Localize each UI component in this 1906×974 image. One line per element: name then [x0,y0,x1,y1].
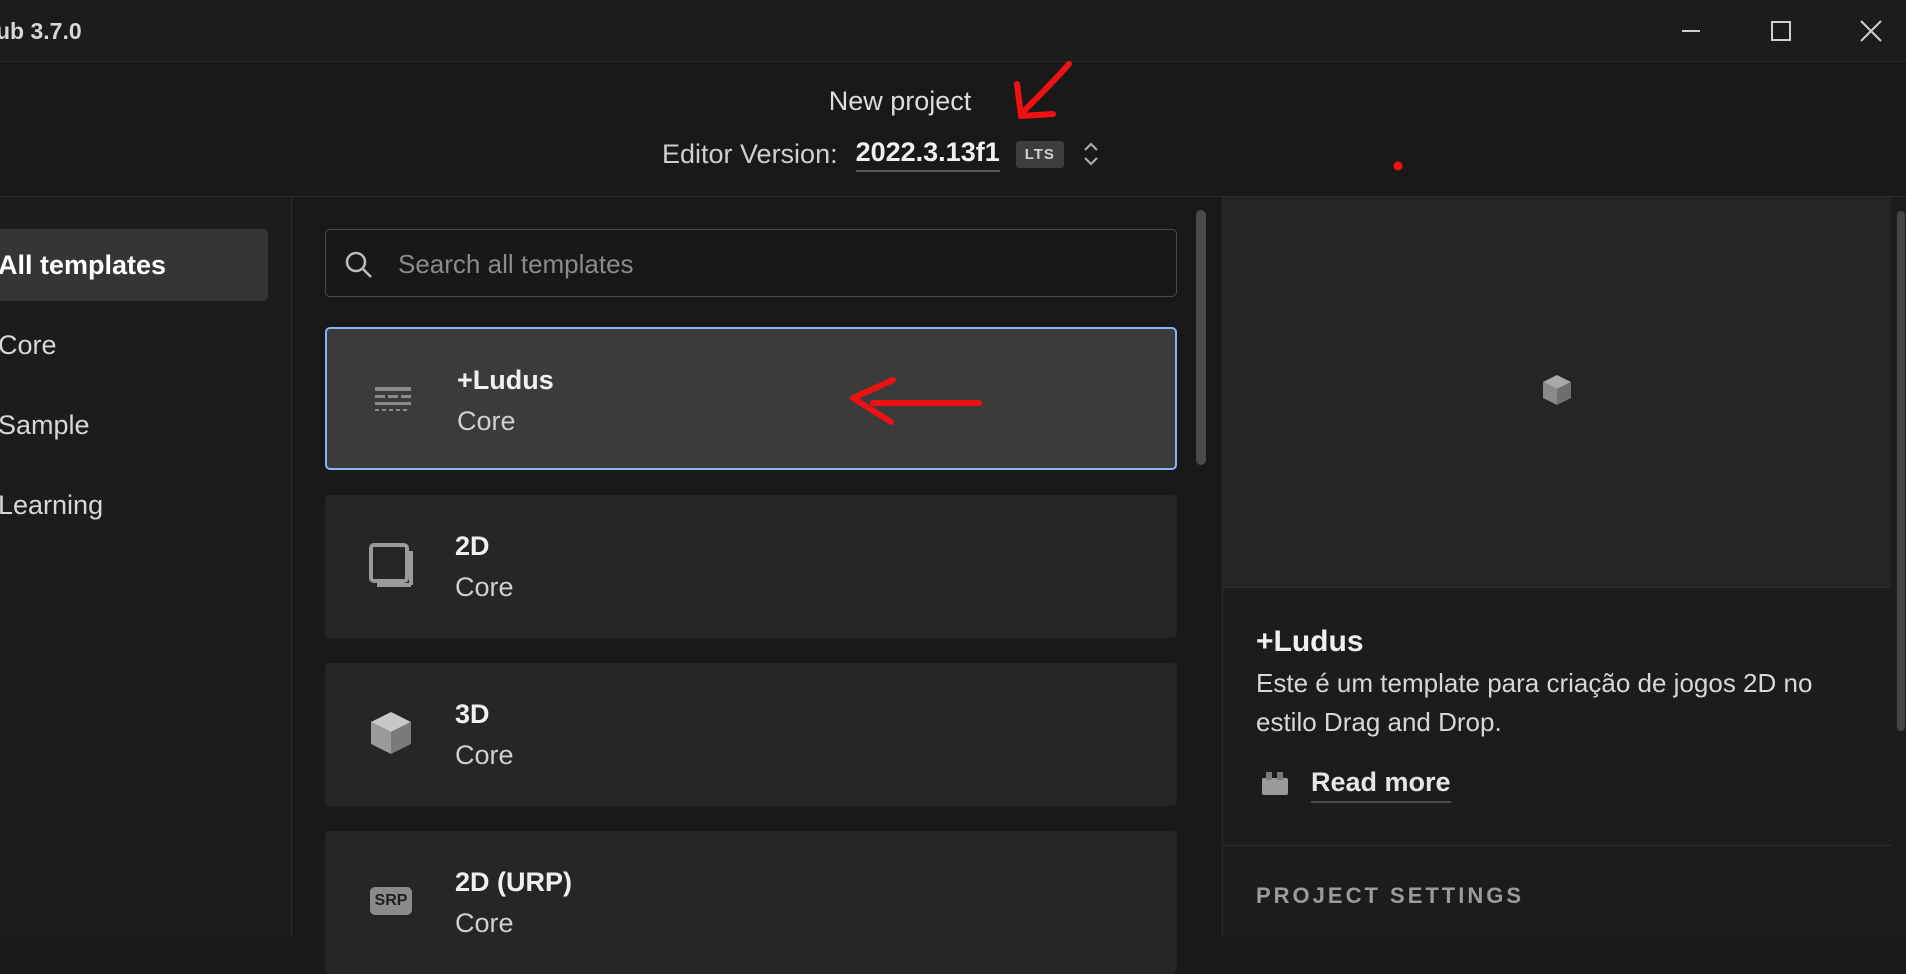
template-preview [1223,197,1891,588]
template-card-3d[interactable]: 3D Core [325,663,1177,806]
app-title: ub 3.7.0 [0,18,82,44]
title-bar: ub 3.7.0 [0,0,1906,62]
book-icon [1261,770,1289,801]
read-more-label[interactable]: Read more [1311,767,1451,803]
divider [1223,845,1891,846]
template-category-sidebar: All templates Core Sample Learning [0,197,292,937]
template-card-2d[interactable]: 2D Core [325,495,1177,638]
maximize-icon [1771,20,1791,41]
template-category: Core [455,572,514,602]
square-2d-icon [367,541,415,589]
close-icon [1860,19,1882,42]
sidebar-item-all-templates[interactable]: All templates [0,229,268,301]
template-list: +Ludus Core 2D Core 3D Core SRP 2D (URP)… [292,197,1222,974]
template-card-ludus[interactable]: +Ludus Core [325,327,1177,470]
template-category: Core [455,740,514,770]
search-icon [344,250,374,285]
search-input[interactable] [396,244,1160,284]
sidebar-item-learning[interactable]: Learning [0,469,268,541]
template-name: 2D (URP) [455,867,573,897]
template-name: 3D [455,699,490,729]
sidebar-item-core[interactable]: Core [0,309,268,381]
template-category: Core [457,406,516,436]
srp-badge-icon: SRP [367,877,415,925]
editor-version-label: Editor Version: [662,138,838,169]
template-name: 2D [455,531,490,561]
template-detail-panel: +Ludus Este é um template para criação d… [1222,197,1906,937]
template-list-scrollbar[interactable] [1196,210,1206,465]
lts-badge: LTS [1015,140,1064,168]
minimize-button[interactable] [1646,0,1736,61]
search-box[interactable] [325,229,1177,297]
editor-version-selector[interactable]: 2022.3.13f1 [855,137,1000,172]
cube-3d-icon [367,709,415,757]
list-lines-icon [369,375,417,423]
minimize-icon [1682,29,1700,32]
detail-template-name: +Ludus [1256,625,1364,658]
close-button[interactable] [1826,0,1906,61]
editor-version-row: Editor Version: 2022.3.13f1 LTS [662,134,1102,174]
page-title: New project [828,86,972,116]
detail-description: Este é um template para criação de jogos… [1256,668,1813,737]
template-category: Core [455,908,514,938]
detail-scrollbar[interactable] [1897,211,1905,731]
srp-badge-text: SRP [369,887,413,915]
sidebar-item-sample[interactable]: Sample [0,389,268,461]
version-chevron-updown-icon[interactable] [1080,137,1102,171]
new-project-header: New project Editor Version: 2022.3.13f1 … [0,62,1906,197]
template-name: +Ludus [457,365,554,395]
maximize-button[interactable] [1736,0,1826,61]
package-cube-icon [1540,373,1574,412]
project-settings-heading: PROJECT SETTINGS [1256,883,1525,908]
template-card-2d-urp[interactable]: SRP 2D (URP) Core [325,831,1177,974]
read-more-link[interactable]: Read more [1261,767,1451,803]
